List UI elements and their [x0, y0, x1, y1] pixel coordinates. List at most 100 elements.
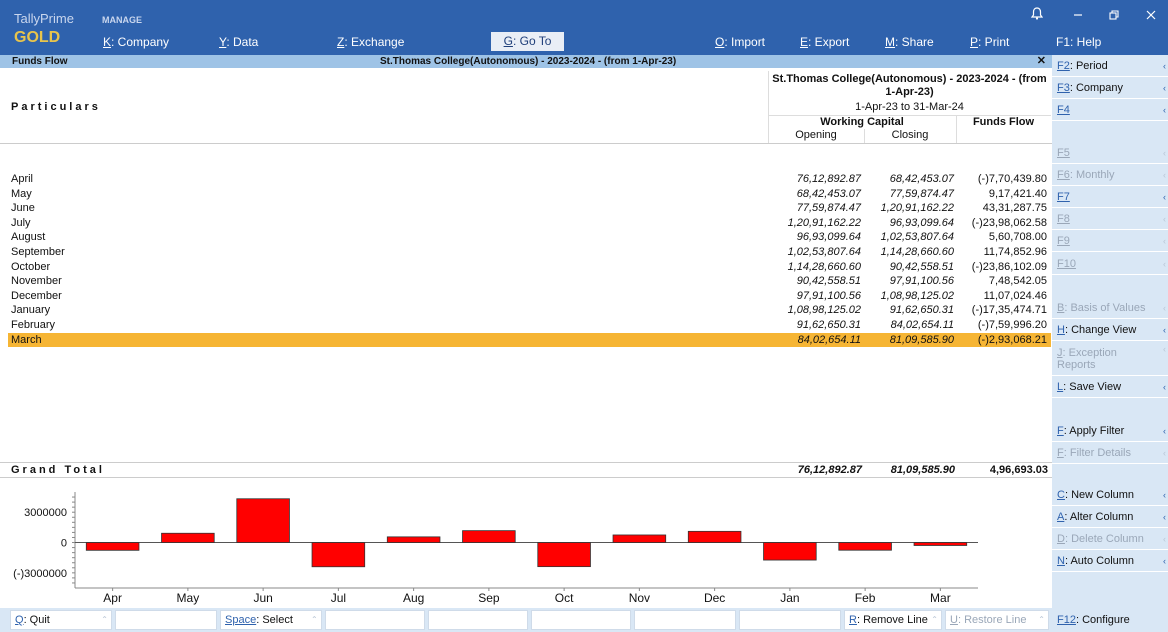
closing-cell: 1,20,91,162.22: [880, 202, 954, 215]
menu-export[interactable]: E: Export: [800, 35, 849, 49]
quit-button[interactable]: Q: Quit ⌃: [10, 610, 112, 630]
menu-print[interactable]: P: Print: [970, 35, 1009, 49]
close-icon[interactable]: [1146, 8, 1156, 23]
x-tick-label: Apr: [103, 591, 122, 605]
empty-button: [531, 610, 631, 630]
closing-header: Closing: [891, 129, 929, 141]
table-row[interactable]: November 90,42,558.51 97,91,100.56 7,48,542…: [8, 274, 1051, 289]
column-divider: [956, 115, 957, 143]
change-view-button[interactable]: H: Change View ‹: [1052, 320, 1168, 341]
chevron-left-icon: ‹: [1163, 214, 1166, 224]
restore-icon[interactable]: [1109, 8, 1119, 23]
menu-go-to[interactable]: G: Go To: [491, 32, 564, 51]
save-view-button[interactable]: L: Save View ‹: [1052, 377, 1168, 398]
x-tick-label: Feb: [855, 591, 876, 605]
chevron-left-icon: ‹: [1163, 534, 1166, 544]
month-cell: November: [11, 275, 62, 288]
table-row[interactable]: January 1,08,98,125.02 91,62,650.31 (-)17,3…: [8, 303, 1051, 318]
chevron-left-icon: ‹: [1163, 344, 1166, 354]
f10-button[interactable]: F10 ‹: [1052, 254, 1168, 275]
y-tick-label: 0: [61, 538, 67, 550]
bar: [612, 534, 667, 543]
table-row[interactable]: June 77,59,874.47 1,20,91,162.22 43,31,287.…: [8, 201, 1051, 216]
report-close-icon[interactable]: ✕: [1037, 55, 1046, 68]
menu-exchange[interactable]: Z: Exchange: [337, 35, 404, 49]
empty-button: [739, 610, 841, 630]
chevron-left-icon: ‹: [1163, 259, 1166, 269]
table-row[interactable]: March 84,02,654.11 81,09,585.90 (-)2,93,068…: [8, 332, 1051, 348]
x-tick-label: Jan: [780, 591, 799, 605]
grand-total-funds: 4,96,693.03: [989, 464, 1048, 476]
funds-flow-cell: (-)23,86,102.09: [971, 260, 1047, 273]
empty-button: [428, 610, 528, 630]
chevron-left-icon: ‹: [1163, 382, 1166, 392]
month-cell: January: [11, 304, 51, 317]
basis-of-values-button[interactable]: B: Basis of Values ‹: [1052, 298, 1168, 319]
alter-column-button[interactable]: A: Alter Column ‹: [1052, 507, 1168, 528]
table-row[interactable]: May 68,42,453.07 77,59,874.47 9,17,421.40: [8, 187, 1051, 202]
report-name: Funds Flow: [12, 56, 68, 67]
configure-button[interactable]: F12: Configure: [1052, 608, 1168, 632]
chevron-left-icon: ‹: [1163, 83, 1166, 93]
opening-cell: 1,20,91,162.22: [787, 216, 861, 229]
auto-column-button[interactable]: N: Auto Column ‹: [1052, 551, 1168, 572]
f4-button[interactable]: F4 ‹: [1052, 100, 1168, 121]
delete-column-button[interactable]: D: Delete Column ‹: [1052, 529, 1168, 550]
menu-share[interactable]: M: Share: [885, 35, 934, 49]
opening-cell: 90,42,558.51: [796, 275, 861, 288]
bell-icon[interactable]: [1030, 7, 1044, 23]
f7-button[interactable]: F7 ‹: [1052, 187, 1168, 208]
opening-cell: 97,91,100.56: [796, 289, 861, 302]
closing-cell: 81,09,585.90: [889, 333, 954, 346]
opening-cell: 1,08,98,125.02: [787, 304, 861, 317]
remove-line-button[interactable]: R: Remove Line ⌃: [844, 610, 942, 630]
menu-import[interactable]: O: Import: [715, 35, 765, 49]
new-column-button[interactable]: C: New Column ‹: [1052, 485, 1168, 506]
top-bar: TallyPrime GOLD MANAGE K: Company Y: Dat…: [0, 0, 1168, 55]
minimize-icon[interactable]: [1073, 8, 1083, 23]
f8-button[interactable]: F8 ‹: [1052, 209, 1168, 230]
table-row[interactable]: August 96,93,099.64 1,02,53,807.64 5,60,708…: [8, 230, 1051, 245]
filter-details-button[interactable]: F: Filter Details ‹: [1052, 443, 1168, 464]
funds-flow-cell: (-)2,93,068.21: [977, 333, 1047, 346]
x-tick-label: Oct: [555, 591, 574, 605]
bar: [161, 532, 215, 543]
month-cell: March: [11, 333, 42, 346]
bar: [537, 542, 591, 568]
f9-button[interactable]: F9 ‹: [1052, 231, 1168, 252]
x-tick-label: Jul: [331, 591, 346, 605]
closing-cell: 97,91,100.56: [889, 275, 954, 288]
bottom-bar: Q: Quit ⌃ Space: Select ⌃ R: Remove Line ⌃ …: [0, 608, 1052, 632]
chevron-left-icon: ‹: [1163, 61, 1166, 71]
opening-cell: 77,59,874.47: [796, 202, 861, 215]
table-row[interactable]: September 1,02,53,807.64 1,14,28,660.60 11,…: [8, 245, 1051, 260]
select-button[interactable]: Space: Select ⌃: [220, 610, 322, 630]
grand-total-closing: 81,09,585.90: [890, 464, 955, 476]
f5-button[interactable]: F5 ‹: [1052, 143, 1168, 164]
bar: [462, 530, 516, 543]
table-row[interactable]: February 91,62,650.31 84,02,654.11 (-)7,59,…: [8, 318, 1051, 333]
table-row[interactable]: October 1,14,28,660.60 90,42,558.51 (-)23,8…: [8, 260, 1051, 275]
help-button[interactable]: F1: Help: [1056, 35, 1101, 49]
apply-filter-button[interactable]: F: Apply Filter ‹: [1052, 421, 1168, 442]
menu-data[interactable]: Y: Data: [219, 35, 258, 49]
restore-line-button[interactable]: U: Restore Line ⌃: [945, 610, 1049, 630]
brand-edition: GOLD: [14, 29, 61, 46]
chevron-left-icon: ‹: [1163, 426, 1166, 436]
opening-cell: 91,62,650.31: [796, 319, 861, 331]
closing-cell: 90,42,558.51: [889, 260, 954, 273]
month-cell: February: [11, 319, 56, 331]
menu-company[interactable]: K: Company: [103, 35, 169, 49]
x-tick-label: Dec: [704, 591, 725, 605]
company-button[interactable]: F3: Company ‹: [1052, 78, 1168, 99]
bar: [236, 498, 290, 543]
monthly-button[interactable]: F6: Monthly ‹: [1052, 165, 1168, 186]
table-row[interactable]: December 97,91,100.56 1,08,98,125.02 11,07,…: [8, 289, 1051, 304]
y-tick-label: (-)3000000: [13, 568, 67, 580]
exception-reports-button[interactable]: J: Exception Reports ‹: [1052, 343, 1168, 376]
period-button[interactable]: F2: Period ‹: [1052, 56, 1168, 77]
table-row[interactable]: July 1,20,91,162.22 96,93,099.64 (-)23,98,0…: [8, 216, 1051, 231]
month-cell: August: [11, 231, 46, 244]
table-row[interactable]: April 76,12,892.87 68,42,453.07 (-)7,70,439…: [8, 172, 1051, 187]
x-tick-label: Nov: [629, 591, 650, 605]
